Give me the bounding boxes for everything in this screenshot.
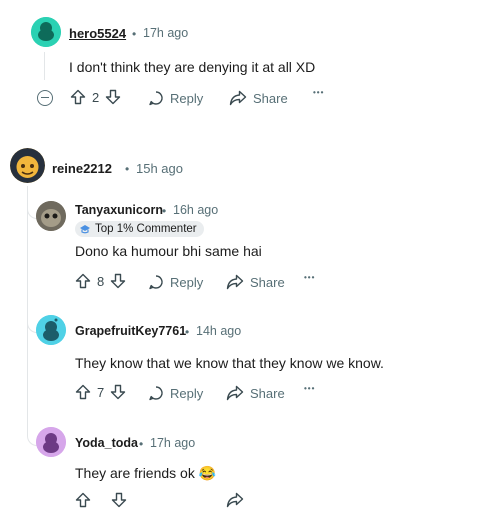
reply-button[interactable]: Reply xyxy=(148,385,203,401)
snoo-avatar-icon xyxy=(10,148,45,183)
avatar[interactable] xyxy=(36,201,66,231)
reply-label: Reply xyxy=(170,385,204,401)
comment-username[interactable]: Tanyaxunicorn xyxy=(75,203,163,217)
profile-picture-icon xyxy=(36,201,66,231)
vote-control: 8 xyxy=(75,273,126,289)
vote-control: 7 xyxy=(75,384,126,400)
share-label: Share xyxy=(253,90,288,106)
comment-username[interactable]: GrapefruitKey7761 xyxy=(75,324,186,338)
downvote-icon[interactable] xyxy=(111,492,127,508)
more-options-button[interactable]: ••• xyxy=(304,384,315,393)
share-button[interactable]: Share xyxy=(229,90,288,106)
reply-button[interactable]: Reply xyxy=(148,90,203,106)
upvote-icon[interactable] xyxy=(75,384,91,400)
reply-icon xyxy=(149,91,163,106)
top-commenter-badge-icon xyxy=(80,225,90,234)
separator-dot: • xyxy=(162,204,167,218)
collapse-icon[interactable] xyxy=(37,90,53,106)
downvote-icon[interactable] xyxy=(110,273,126,289)
separator-dot: • xyxy=(132,27,137,41)
vote-control xyxy=(75,492,127,508)
thread-line xyxy=(44,52,45,80)
vote-count: 2 xyxy=(92,89,100,105)
top-commenter-badge: Top 1% Commenter xyxy=(75,221,204,237)
share-button[interactable] xyxy=(226,492,244,508)
share-icon xyxy=(226,274,244,290)
reply-label: Reply xyxy=(170,274,204,290)
comment-text: They are friends ok 😂 xyxy=(75,465,217,481)
separator-dot: • xyxy=(139,437,144,451)
share-label: Share xyxy=(250,385,285,401)
comment-timestamp[interactable]: 16h ago xyxy=(173,203,218,217)
reply-icon xyxy=(149,275,163,290)
upvote-icon[interactable] xyxy=(75,273,91,289)
comment-timestamp[interactable]: 15h ago xyxy=(136,161,183,176)
separator-dot: • xyxy=(125,162,130,176)
comment-username[interactable]: reine2212 xyxy=(52,161,112,176)
downvote-icon[interactable] xyxy=(110,384,126,400)
share-icon xyxy=(229,90,247,106)
reply-label: Reply xyxy=(170,90,204,106)
comment-timestamp[interactable]: 14h ago xyxy=(196,324,241,338)
snoo-avatar-icon xyxy=(36,427,66,457)
upvote-icon[interactable] xyxy=(75,492,91,508)
more-options-button[interactable]: ••• xyxy=(313,88,324,97)
comment-username[interactable]: hero5524 xyxy=(69,26,126,41)
snoo-avatar-icon xyxy=(36,315,66,345)
share-button[interactable]: Share xyxy=(226,385,285,401)
vote-control: 2 xyxy=(70,89,121,105)
more-options-button[interactable]: ••• xyxy=(304,273,315,282)
comment-text: Dono ka humour bhi same hai xyxy=(75,243,262,259)
reply-icon xyxy=(149,386,163,401)
share-icon xyxy=(226,385,244,401)
upvote-icon[interactable] xyxy=(70,89,86,105)
avatar[interactable] xyxy=(31,17,61,47)
separator-dot: • xyxy=(185,325,190,339)
snoo-avatar-icon xyxy=(31,17,61,47)
reply-button[interactable]: Reply xyxy=(148,274,203,290)
comment-text: I don't think they are denying it at all… xyxy=(69,59,316,75)
comment-text: They know that we know that they know we… xyxy=(75,355,384,371)
share-icon xyxy=(226,492,244,508)
comment-username[interactable]: Yoda_toda xyxy=(75,436,138,450)
avatar[interactable] xyxy=(36,427,66,457)
downvote-icon[interactable] xyxy=(105,89,121,105)
share-button[interactable]: Share xyxy=(226,274,285,290)
comment-timestamp[interactable]: 17h ago xyxy=(143,26,188,40)
share-label: Share xyxy=(250,274,285,290)
badge-label: Top 1% Commenter xyxy=(95,223,197,235)
vote-count: 7 xyxy=(97,384,105,400)
comment-timestamp[interactable]: 17h ago xyxy=(150,436,195,450)
avatar[interactable] xyxy=(36,315,66,345)
vote-count: 8 xyxy=(97,273,105,289)
avatar[interactable] xyxy=(10,148,45,183)
